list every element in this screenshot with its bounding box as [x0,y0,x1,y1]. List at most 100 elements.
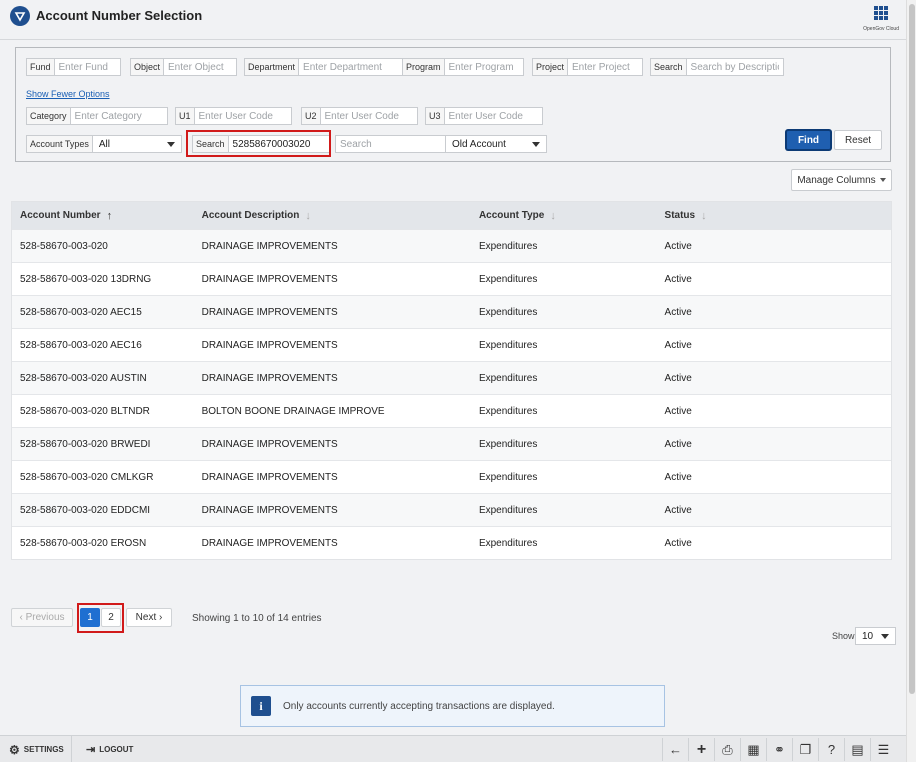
column-header-account-number[interactable]: Account Number ↑ [12,210,194,222]
app-header: Account Number Selection OpenGov Cloud [0,0,906,40]
account-type-cell: Expenditures [478,438,538,450]
logout-button[interactable]: ⇥ LOGOUT [86,736,133,762]
description-search-label: Search [651,59,687,75]
project-input[interactable] [568,59,642,75]
column-header-account-type[interactable]: Account Type ↓ [471,210,657,222]
account-description-cell: DRAINAGE IMPROVEMENTS [201,240,338,252]
table-row[interactable]: 528-58670-003-020 EROSN DRAINAGE IMPROVEM… [12,526,891,559]
account-type-cell: Expenditures [478,372,538,384]
u2-filter: U2 [301,107,418,125]
page-1-button[interactable]: 1 [80,608,100,627]
account-description-cell: BOLTON BOONE DRAINAGE IMPROVE [201,405,385,417]
find-button[interactable]: Find [786,130,831,150]
column-label: Account Number [20,210,101,221]
sort-descending-icon: ↓ [305,209,311,222]
table-row[interactable]: 528-58670-003-020 EDDCMI DRAINAGE IMPROVE… [12,493,891,526]
status-cell: Active [664,438,692,450]
next-page-button[interactable]: Next › [126,608,172,627]
fund-filter: Fund [26,58,121,76]
description-search-input[interactable] [686,59,783,75]
account-number-search-input[interactable] [228,136,329,152]
account-number-cell: 528-58670-003-020 AEC16 [20,339,142,351]
account-type-cell: Expenditures [478,405,538,417]
binoculars-icon[interactable]: ⚭ [766,738,792,761]
u1-input[interactable] [194,108,291,124]
manage-columns-label: Manage Columns [797,174,876,186]
brand-label: OpenGov Cloud [863,26,899,32]
comments-icon[interactable]: ❐ [792,738,818,761]
page-size-select[interactable]: 10 [855,627,896,645]
filter-panel: Fund Object Department Program Project S… [15,47,891,162]
opengov-logo-icon[interactable] [10,6,30,26]
tree-icon[interactable]: ☰ [870,738,896,761]
account-type-cell: Expenditures [478,471,538,483]
project-label: Project [533,59,569,75]
department-input[interactable] [299,59,407,75]
info-notice: i Only accounts currently accepting tran… [240,685,665,727]
page-2-button[interactable]: 2 [101,608,121,627]
u1-label: U1 [176,108,195,124]
chevron-down-icon [167,141,175,147]
u2-input[interactable] [320,108,417,124]
page-size-label: Show [832,631,855,641]
account-types-filter: Account Types All [26,135,182,153]
chevron-down-icon [532,141,540,147]
grid-icon[interactable]: ▦ [740,738,766,761]
scrollbar-thumb[interactable] [909,4,915,694]
previous-page-button[interactable]: ‹ Previous [11,608,73,627]
old-account-value: Old Account [452,138,506,150]
table-row[interactable]: 528-58670-003-020 CMLKGR DRAINAGE IMPROVE… [12,460,891,493]
column-header-account-description[interactable]: Account Description ↓ [194,210,471,222]
status-cell: Active [664,471,692,483]
account-types-label: Account Types [27,136,93,152]
table-row[interactable]: 528-58670-003-020 DRAINAGE IMPROVEMENTS Ex… [12,229,891,262]
plus-icon[interactable]: + [688,738,714,761]
accounts-table: Account Number ↑ Account Description ↓ A… [11,201,892,560]
vertical-scrollbar[interactable] [906,0,916,762]
fund-input[interactable] [54,59,120,75]
account-number-cell: 528-58670-003-020 BLTNDR [20,405,150,417]
table-row[interactable]: 528-58670-003-020 13DRNG DRAINAGE IMPROVE… [12,262,891,295]
print-icon[interactable]: ⎙ [714,738,740,761]
program-input[interactable] [444,59,523,75]
table-row[interactable]: 528-58670-003-020 AEC16 DRAINAGE IMPROVEM… [12,328,891,361]
old-account-select[interactable]: Old Account [446,136,546,152]
calendar-icon[interactable]: ▤ [844,738,870,761]
help-icon[interactable]: ? [818,738,844,761]
manage-columns-button[interactable]: Manage Columns [791,169,892,191]
account-description-cell: DRAINAGE IMPROVEMENTS [201,306,338,318]
show-fewer-options-link[interactable]: Show Fewer Options [26,89,110,99]
old-account-search-input[interactable] [336,136,446,152]
table-body: 528-58670-003-020 DRAINAGE IMPROVEMENTS Ex… [12,229,891,559]
table-row[interactable]: 528-58670-003-020 AEC15 DRAINAGE IMPROVEM… [12,295,891,328]
department-filter: Department [244,58,408,76]
settings-button[interactable]: ⚙ SETTINGS [9,736,64,762]
object-input[interactable] [164,59,236,75]
category-label: Category [27,108,71,124]
account-types-select[interactable]: All [92,136,181,152]
u3-input[interactable] [444,108,542,124]
column-label: Account Description [201,210,300,221]
column-header-status[interactable]: Status ↓ [657,210,891,222]
object-filter: Object [130,58,237,76]
account-number-cell: 528-58670-003-020 AEC15 [20,306,142,318]
project-filter: Project [532,58,643,76]
program-filter: Program [402,58,524,76]
info-text: Only accounts currently accepting transa… [283,700,555,712]
table-row[interactable]: 528-58670-003-020 BLTNDR BOLTON BOONE DRA… [12,394,891,427]
table-row[interactable]: 528-58670-003-020 AUSTIN DRAINAGE IMPROVE… [12,361,891,394]
back-arrow-icon[interactable]: ← [662,738,688,761]
status-cell: Active [664,339,692,351]
table-row[interactable]: 528-58670-003-020 BRWEDI DRAINAGE IMPROVE… [12,427,891,460]
logout-label: LOGOUT [99,745,134,754]
app-menu-grid-icon[interactable] [874,6,888,20]
old-account-select-wrap: Old Account [445,135,547,153]
reset-button[interactable]: Reset [834,130,882,150]
status-cell: Active [664,372,692,384]
account-description-cell: DRAINAGE IMPROVEMENTS [201,438,338,450]
category-input[interactable] [70,108,167,124]
account-number-cell: 528-58670-003-020 AUSTIN [20,372,147,384]
entries-summary: Showing 1 to 10 of 14 entries [192,613,322,624]
sort-ascending-icon: ↑ [106,209,113,222]
footer-bar: ⚙ SETTINGS ⇥ LOGOUT ← + ⎙ ▦ ⚭ ❐ ? ▤ ☰ [0,735,906,762]
